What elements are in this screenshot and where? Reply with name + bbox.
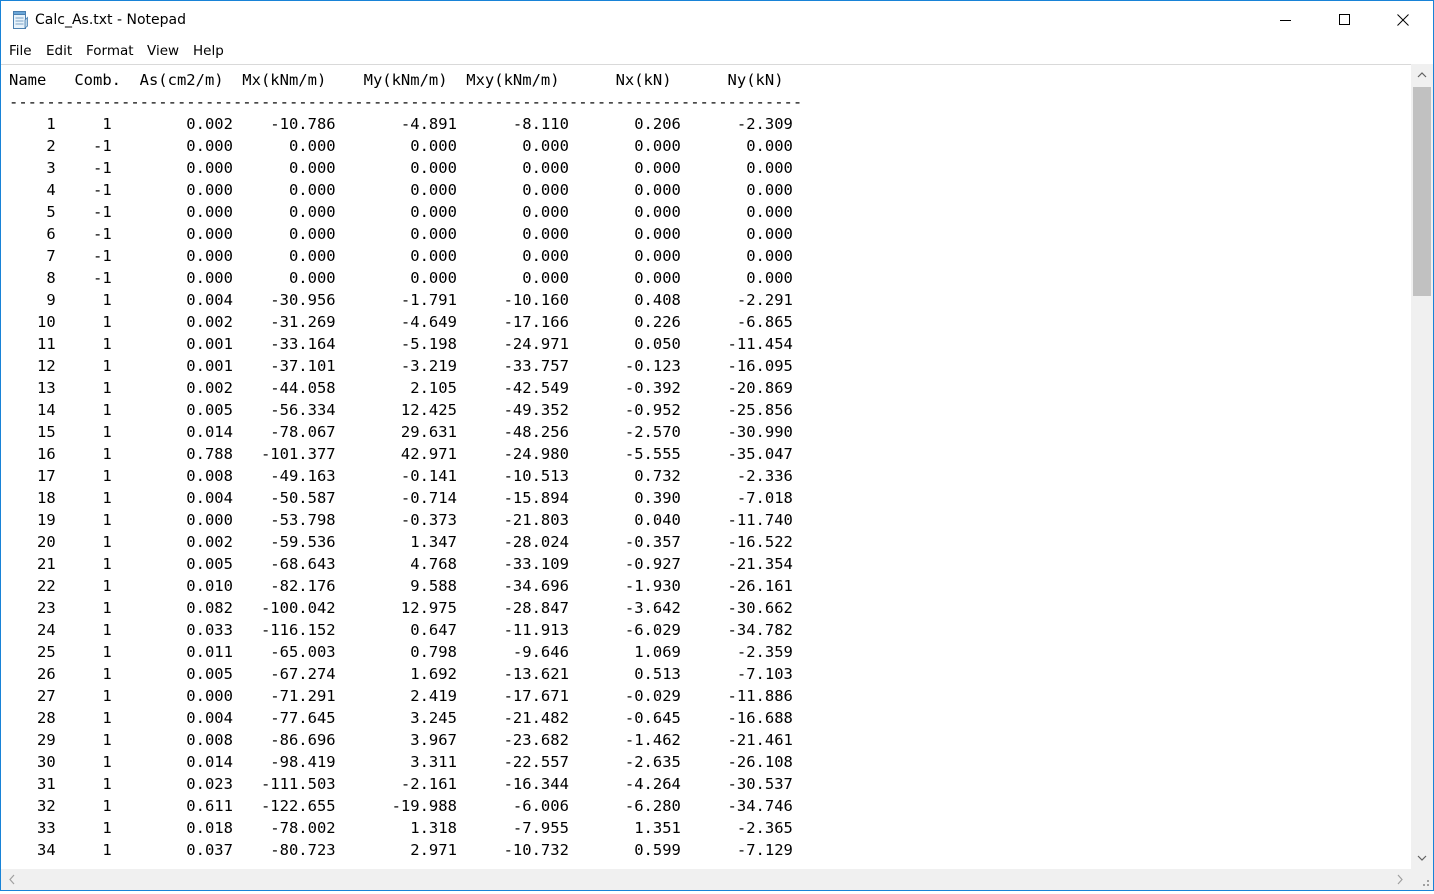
- window-title: Calc_As.txt - Notepad: [35, 12, 186, 28]
- chevron-left-icon: [9, 874, 15, 885]
- menu-bar: File Edit Format View Help: [1, 39, 1433, 63]
- vertical-scrollbar[interactable]: [1411, 64, 1433, 869]
- document-text[interactable]: Name Comb. As(cm2/m) Mx(kNm/m) My(kNm/m)…: [9, 69, 802, 861]
- minimize-button[interactable]: [1258, 1, 1316, 39]
- scroll-down-button[interactable]: [1411, 847, 1433, 869]
- menu-edit[interactable]: Edit: [46, 42, 72, 60]
- notepad-icon[interactable]: [12, 11, 28, 29]
- chevron-right-icon: [1397, 874, 1403, 885]
- close-button[interactable]: [1375, 1, 1433, 39]
- maximize-icon: [1339, 14, 1350, 25]
- resize-grip-icon: [1423, 880, 1429, 886]
- horizontal-scrollbar[interactable]: [1, 869, 1411, 890]
- size-grip[interactable]: [1411, 869, 1433, 890]
- menu-help[interactable]: Help: [193, 42, 224, 60]
- text-editor[interactable]: Name Comb. As(cm2/m) Mx(kNm/m) My(kNm/m)…: [1, 64, 1411, 870]
- title-bar[interactable]: Calc_As.txt - Notepad: [1, 1, 1433, 39]
- close-icon: [1397, 14, 1409, 26]
- scroll-left-button[interactable]: [1, 869, 23, 890]
- menu-format[interactable]: Format: [86, 42, 134, 60]
- scroll-right-button[interactable]: [1389, 869, 1411, 890]
- minimize-icon: [1280, 20, 1291, 21]
- menu-file[interactable]: File: [9, 42, 32, 60]
- chevron-up-icon: [1417, 72, 1427, 78]
- scroll-up-button[interactable]: [1411, 64, 1433, 86]
- chevron-down-icon: [1417, 855, 1427, 861]
- vertical-scroll-thumb[interactable]: [1413, 87, 1431, 296]
- menu-view[interactable]: View: [147, 42, 179, 60]
- maximize-button[interactable]: [1317, 1, 1375, 39]
- notepad-window: Calc_As.txt - Notepad File Edit Format V…: [0, 0, 1434, 891]
